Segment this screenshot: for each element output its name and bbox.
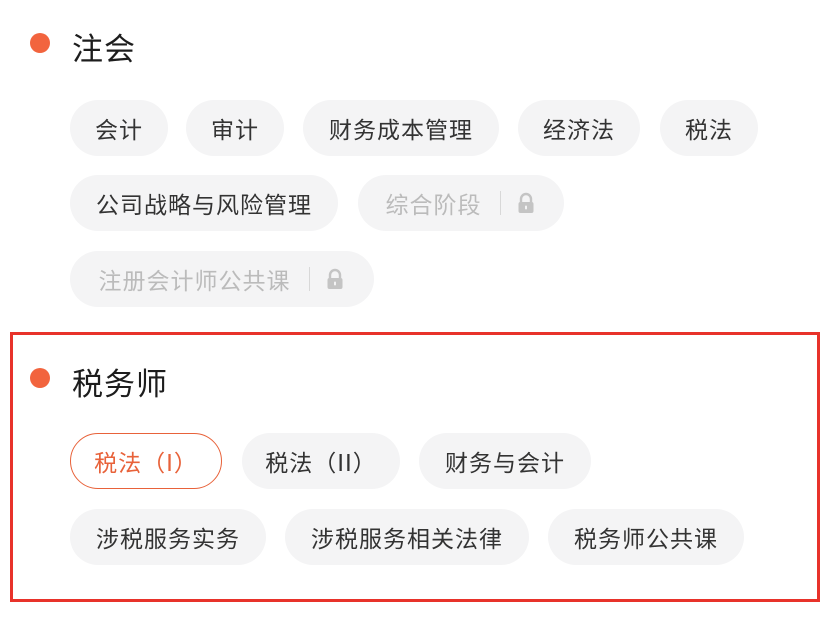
subject-chip[interactable]: 税法（II） [242, 433, 400, 489]
chip-label: 税务师公共课 [574, 527, 718, 553]
chip-label: 财务与会计 [445, 451, 565, 477]
subject-chip[interactable]: 税务师公共课 [548, 509, 744, 565]
lock-icon [515, 192, 537, 214]
subject-chip[interactable]: 税法 [660, 100, 758, 156]
chip-label: 税法（I） [94, 451, 198, 477]
subject-chip[interactable]: 经济法 [518, 100, 640, 156]
chip-divider [308, 267, 310, 291]
subject-chip-selected[interactable]: 税法（I） [70, 433, 222, 489]
chip-label: 注册会计师公共课 [98, 269, 291, 295]
subject-chip[interactable]: 涉税服务实务 [70, 509, 266, 565]
chip-label: 经济法 [543, 118, 615, 144]
section-title: 税务师 [72, 367, 168, 403]
subject-chip[interactable]: 财务成本管理 [303, 100, 499, 156]
chip-label: 涉税服务相关法律 [311, 527, 503, 553]
chip-label: 财务成本管理 [329, 118, 473, 144]
section-title: 注会 [72, 32, 136, 68]
chip-label: 涉税服务实务 [96, 527, 240, 553]
subject-chip-locked[interactable]: 注册会计师公共课 [70, 251, 374, 307]
subject-chip[interactable]: 会计 [70, 100, 168, 156]
chip-label: 税法（II） [265, 451, 377, 477]
chip-divider [499, 191, 501, 215]
chip-label: 公司战略与风险管理 [96, 193, 312, 219]
subject-chip-locked[interactable]: 综合阶段 [358, 175, 564, 231]
chip-label: 审计 [211, 118, 259, 144]
lock-icon [324, 268, 346, 290]
section-bullet-icon [30, 368, 50, 388]
chip-label: 综合阶段 [385, 193, 482, 219]
subject-chip[interactable]: 审计 [186, 100, 284, 156]
subject-chip[interactable]: 涉税服务相关法律 [285, 509, 529, 565]
section-bullet-icon [30, 33, 50, 53]
chip-label: 税法 [685, 118, 733, 144]
subject-chip[interactable]: 财务与会计 [419, 433, 591, 489]
subject-chip[interactable]: 公司战略与风险管理 [70, 175, 338, 231]
chip-label: 会计 [95, 118, 143, 144]
